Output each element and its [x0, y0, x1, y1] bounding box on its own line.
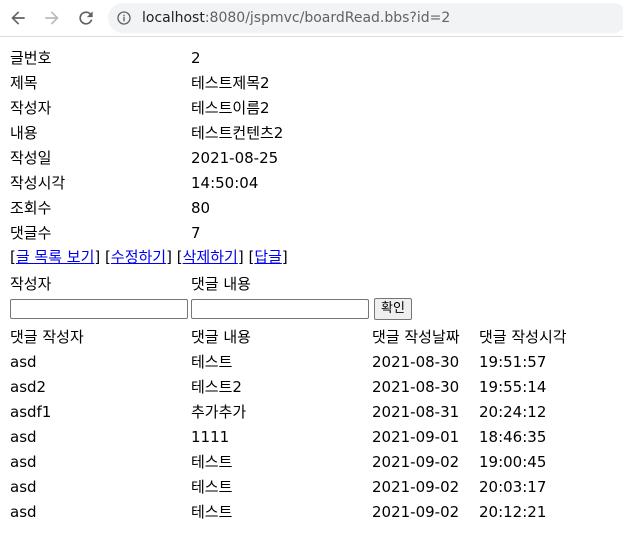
post-info-label: 작성시각 [10, 174, 66, 192]
forward-button[interactable] [40, 6, 64, 30]
comment-content-input[interactable] [191, 298, 369, 319]
post-info-row: 제목 테스트제목2 [10, 70, 283, 95]
header-writer: 댓글 작성자 [10, 328, 84, 346]
comment-date: 2021-09-02 [372, 502, 460, 521]
header-time: 댓글 작성시각 [479, 328, 567, 346]
list-link[interactable]: 글 목록 보기 [16, 248, 95, 266]
comment-writer: asd [10, 427, 37, 446]
reload-icon [79, 11, 93, 25]
comment-content-label: 댓글 내용 [191, 275, 251, 293]
edit-link[interactable]: 수정하기 [111, 248, 166, 266]
post-info-value: 테스트제목2 [191, 74, 270, 92]
post-info-label: 작성일 [10, 149, 52, 167]
post-info-value: 2021-08-25 [191, 148, 279, 167]
delete-link[interactable]: 삭제하기 [183, 248, 238, 266]
post-info-value: 7 [191, 223, 201, 242]
post-info-row: 글번호 2 [10, 45, 283, 70]
comment-date: 2021-08-30 [372, 377, 460, 396]
comment-submit-button[interactable]: 확인 [374, 297, 412, 320]
comment-time: 20:24:12 [479, 402, 547, 421]
url-host: localhost [142, 10, 205, 26]
comment-writer: asdf1 [10, 402, 52, 421]
browser-toolbar: localhost:8080/jspmvc/boardRead.bbs?id=2 [0, 0, 623, 37]
comment-date: 2021-09-02 [372, 452, 460, 471]
comments-header-row: 댓글 작성자 댓글 내용 댓글 작성날짜 댓글 작성시각 [10, 324, 567, 349]
reply-link[interactable]: 답글 [254, 248, 282, 266]
comment-date: 2021-08-30 [372, 352, 460, 371]
comment-time: 20:12:21 [479, 502, 547, 521]
comment-content: 테스트 [191, 478, 233, 496]
comment-time: 18:46:35 [479, 427, 547, 446]
post-info-row: 작성일 2021-08-25 [10, 145, 283, 170]
url-path: :8080/jspmvc/boardRead.bbs?id=2 [204, 10, 451, 26]
header-date: 댓글 작성날짜 [372, 328, 460, 346]
address-bar[interactable]: localhost:8080/jspmvc/boardRead.bbs?id=2 [108, 3, 623, 33]
table-row: asd 테스트 2021-09-02 19:00:45 [10, 449, 567, 474]
post-info-label: 제목 [10, 74, 38, 92]
comment-writer: asd2 [10, 377, 47, 396]
post-info-value: 2 [191, 48, 201, 67]
post-info-label: 조회수 [10, 199, 52, 217]
action-links: [글 목록 보기] [수정하기] [삭제하기] [답글] [10, 248, 288, 266]
post-info-table: 글번호 2 제목 테스트제목2 작성자 테스트이름2 내용 테스트컨텐츠2 작성일 2021-08… [10, 45, 283, 245]
comment-content: 테스트 [191, 503, 233, 521]
comment-date: 2021-09-02 [372, 477, 460, 496]
post-info-label: 글번호 [10, 49, 52, 67]
header-content: 댓글 내용 [191, 328, 251, 346]
post-info-label: 작성자 [10, 99, 52, 117]
table-row: asdf1 추가추가 2021-08-31 20:24:12 [10, 399, 567, 424]
comment-writer: asd [10, 477, 37, 496]
post-info-value: 14:50:04 [191, 173, 259, 192]
comment-date: 2021-09-01 [372, 427, 460, 446]
comment-writer: asd [10, 502, 37, 521]
table-row: asd2 테스트2 2021-08-30 19:55:14 [10, 374, 567, 399]
comment-content: 1111 [191, 427, 230, 446]
post-info-row: 댓글수 7 [10, 220, 283, 245]
comment-time: 19:55:14 [479, 377, 547, 396]
table-row: asd 1111 2021-09-01 18:46:35 [10, 424, 567, 449]
comment-writer: asd [10, 452, 37, 471]
post-info-row: 조회수 80 [10, 195, 283, 220]
info-icon [117, 11, 131, 25]
comment-date: 2021-08-31 [372, 402, 460, 421]
comment-content: 테스트 [191, 353, 233, 371]
post-info-row: 작성시각 14:50:04 [10, 170, 283, 195]
comment-writer: asd [10, 352, 37, 371]
comment-writer-label: 작성자 [10, 275, 52, 293]
post-info-row: 내용 테스트컨텐츠2 [10, 120, 283, 145]
post-info-row: 작성자 테스트이름2 [10, 95, 283, 120]
post-info-value: 80 [191, 198, 211, 217]
arrow-left-icon [11, 11, 25, 25]
arrow-right-icon [45, 11, 59, 25]
comment-content: 추가추가 [191, 403, 247, 421]
table-row: asd 테스트 2021-09-02 20:03:17 [10, 474, 567, 499]
post-info-label: 댓글수 [10, 224, 52, 242]
post-info-label: 내용 [10, 124, 38, 142]
comment-form: 작성자 댓글 내용 확인 [10, 271, 412, 321]
comment-time: 19:00:45 [479, 452, 547, 471]
comments-table: 댓글 작성자 댓글 내용 댓글 작성날짜 댓글 작성시각 asd 테스트 2021-… [10, 324, 567, 524]
reload-button[interactable] [74, 6, 98, 30]
comment-time: 20:03:17 [479, 477, 547, 496]
table-row: asd 테스트 2021-09-02 20:12:21 [10, 499, 567, 524]
post-info-value: 테스트이름2 [191, 99, 270, 117]
post-info-value: 테스트컨텐츠2 [191, 124, 284, 142]
back-button[interactable] [6, 6, 30, 30]
comment-writer-input[interactable] [10, 298, 188, 319]
comment-time: 19:51:57 [479, 352, 547, 371]
comment-content: 테스트 [191, 453, 233, 471]
comment-content: 테스트2 [191, 378, 242, 396]
url-text: localhost:8080/jspmvc/boardRead.bbs?id=2 [142, 9, 450, 27]
table-row: asd 테스트 2021-08-30 19:51:57 [10, 349, 567, 374]
